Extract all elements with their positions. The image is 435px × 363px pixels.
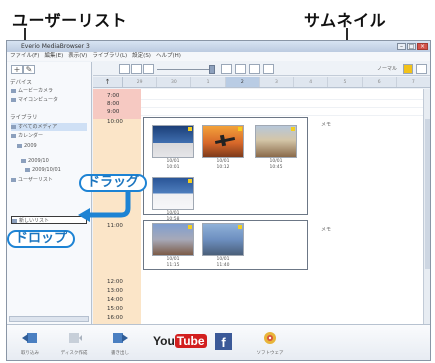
drag-label: ドラッグ — [79, 174, 148, 192]
drag-arrow-icon — [78, 190, 131, 222]
drop-label: ドロップ — [7, 230, 76, 248]
